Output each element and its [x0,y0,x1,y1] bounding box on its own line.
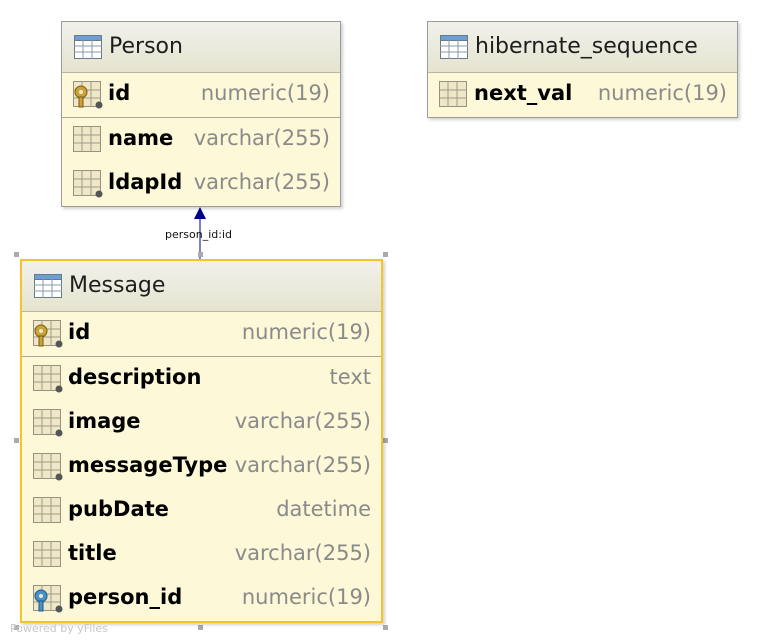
foreign-key-icon [33,585,63,617]
table-icon [34,274,62,302]
table-message[interactable]: Message id numeric(19) description text … [20,259,383,623]
selection-handle[interactable] [383,252,388,257]
column-row[interactable]: messageType varchar(255) [22,445,381,489]
column-icon [439,81,469,113]
table-name: Person [109,34,183,59]
relation-label: person_id:id [165,228,232,241]
column-type: numeric(19) [241,585,371,609]
column-type: text [329,365,371,389]
column-type: varchar(255) [234,453,371,477]
column-row-pk[interactable]: id numeric(19) [22,312,381,356]
column-icon [33,365,63,397]
column-row[interactable]: next_val numeric(19) [428,73,737,117]
column-row-fk[interactable]: person_id numeric(19) [22,577,381,621]
column-type: numeric(19) [200,81,330,105]
column-type: varchar(255) [234,409,371,433]
column-icon [33,541,63,573]
column-name: person_id [68,585,183,609]
table-header[interactable]: hibernate_sequence [428,22,737,73]
column-row[interactable]: ldapId varchar(255) [62,162,340,206]
column-row[interactable]: name varchar(255) [62,118,340,162]
column-name: next_val [474,81,573,105]
column-icon [33,453,63,485]
selection-handle[interactable] [383,625,388,630]
column-row[interactable]: pubDate datetime [22,489,381,533]
powered-by-text: Powered by yFiles [10,622,108,635]
column-row[interactable]: title varchar(255) [22,533,381,577]
column-name: id [68,320,91,344]
column-type: varchar(255) [234,541,371,565]
table-icon [74,35,102,63]
primary-key-icon [73,81,103,113]
column-type: varchar(255) [193,126,330,150]
column-type: varchar(255) [193,170,330,194]
table-header[interactable]: Message [22,261,381,312]
table-icon [440,35,468,63]
column-icon [73,170,103,202]
table-name: Message [69,273,166,298]
column-row-pk[interactable]: id numeric(19) [62,73,340,117]
column-name: title [68,541,117,565]
column-name: ldapId [108,170,183,194]
column-name: description [68,365,202,389]
table-name: hibernate_sequence [475,34,698,59]
selection-handle[interactable] [198,625,203,630]
primary-key-icon [33,320,63,352]
column-name: pubDate [68,497,169,521]
table-person[interactable]: Person id numeric(19) name varchar(255) … [61,21,341,207]
column-name: image [68,409,141,433]
table-hibernate-sequence[interactable]: hibernate_sequence next_val numeric(19) [427,21,738,118]
column-type: numeric(19) [597,81,727,105]
column-icon [73,126,103,158]
selection-handle[interactable] [383,438,388,443]
column-type: numeric(19) [241,320,371,344]
column-name: messageType [68,453,228,477]
column-icon [33,409,63,441]
column-icon [33,497,63,529]
column-row[interactable]: image varchar(255) [22,401,381,445]
column-name: name [108,126,174,150]
selection-handle[interactable] [14,438,19,443]
selection-handle[interactable] [14,252,19,257]
table-header[interactable]: Person [62,22,340,73]
selection-handle[interactable] [198,252,203,257]
column-row[interactable]: description text [22,357,381,401]
column-type: datetime [276,497,371,521]
column-name: id [108,81,131,105]
